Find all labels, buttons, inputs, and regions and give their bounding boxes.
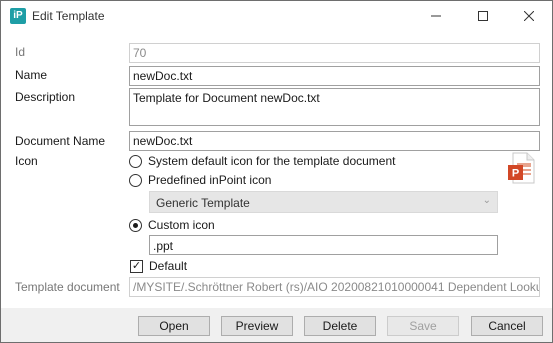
window-title: Edit Template [32,9,105,23]
delete-button[interactable]: Delete [304,316,376,336]
minimize-button[interactable] [413,1,459,31]
predefined-icon-select: Generic Template ⌄ [149,191,498,213]
form-area: Id 70 Name newDoc.txt Description Templa… [1,31,552,308]
radio-button[interactable] [129,173,142,187]
template-document-field: /MYSITE/.Schröttner Robert (rs)/AIO 2020… [129,277,540,297]
cancel-button[interactable]: Cancel [471,316,543,336]
default-label: Default [149,259,188,273]
description-label: Description [15,90,76,104]
chevron-down-icon: ⌄ [482,195,491,206]
radio-label: Custom icon [148,218,215,232]
default-checkbox-row[interactable]: ✓ Default [130,259,187,273]
title-bar: iP Edit Template [1,1,552,31]
radio-predefined-icon[interactable]: Predefined inPoint icon [129,173,271,187]
maximize-icon [478,11,488,21]
radio-label: System default icon for the template doc… [148,154,396,168]
icon-label: Icon [15,154,38,168]
name-field[interactable]: newDoc.txt [129,66,540,86]
radio-button[interactable] [129,154,142,168]
app-logo-icon: iP [10,8,26,24]
description-field[interactable]: Template for Document newDoc.txt [129,88,540,126]
button-bar: Open Preview Delete Save Cancel [1,308,552,342]
powerpoint-icon: P [508,152,535,184]
id-field: 70 [129,43,540,63]
default-checkbox[interactable]: ✓ [130,259,143,273]
close-button[interactable] [506,1,552,31]
open-button[interactable]: Open [138,316,210,336]
document-name-field[interactable]: newDoc.txt [129,131,540,151]
radio-button[interactable] [129,218,142,232]
minimize-icon [431,15,441,17]
radio-system-default-icon[interactable]: System default icon for the template doc… [129,154,395,168]
template-document-label: Template document [15,280,120,294]
maximize-button[interactable] [460,1,506,31]
select-value: Generic Template [156,196,250,210]
svg-text:P: P [512,168,519,180]
id-label: Id [15,45,26,59]
close-icon [524,11,534,21]
document-name-label: Document Name [15,134,106,148]
save-button: Save [387,316,459,336]
preview-button[interactable]: Preview [221,316,293,336]
name-label: Name [15,68,48,82]
radio-label: Predefined inPoint icon [148,173,272,187]
custom-icon-field[interactable]: .ppt [149,235,498,255]
radio-custom-icon[interactable]: Custom icon [129,218,215,232]
edit-template-dialog: iP Edit Template Id 70 Name newDoc.txt D… [0,0,553,343]
